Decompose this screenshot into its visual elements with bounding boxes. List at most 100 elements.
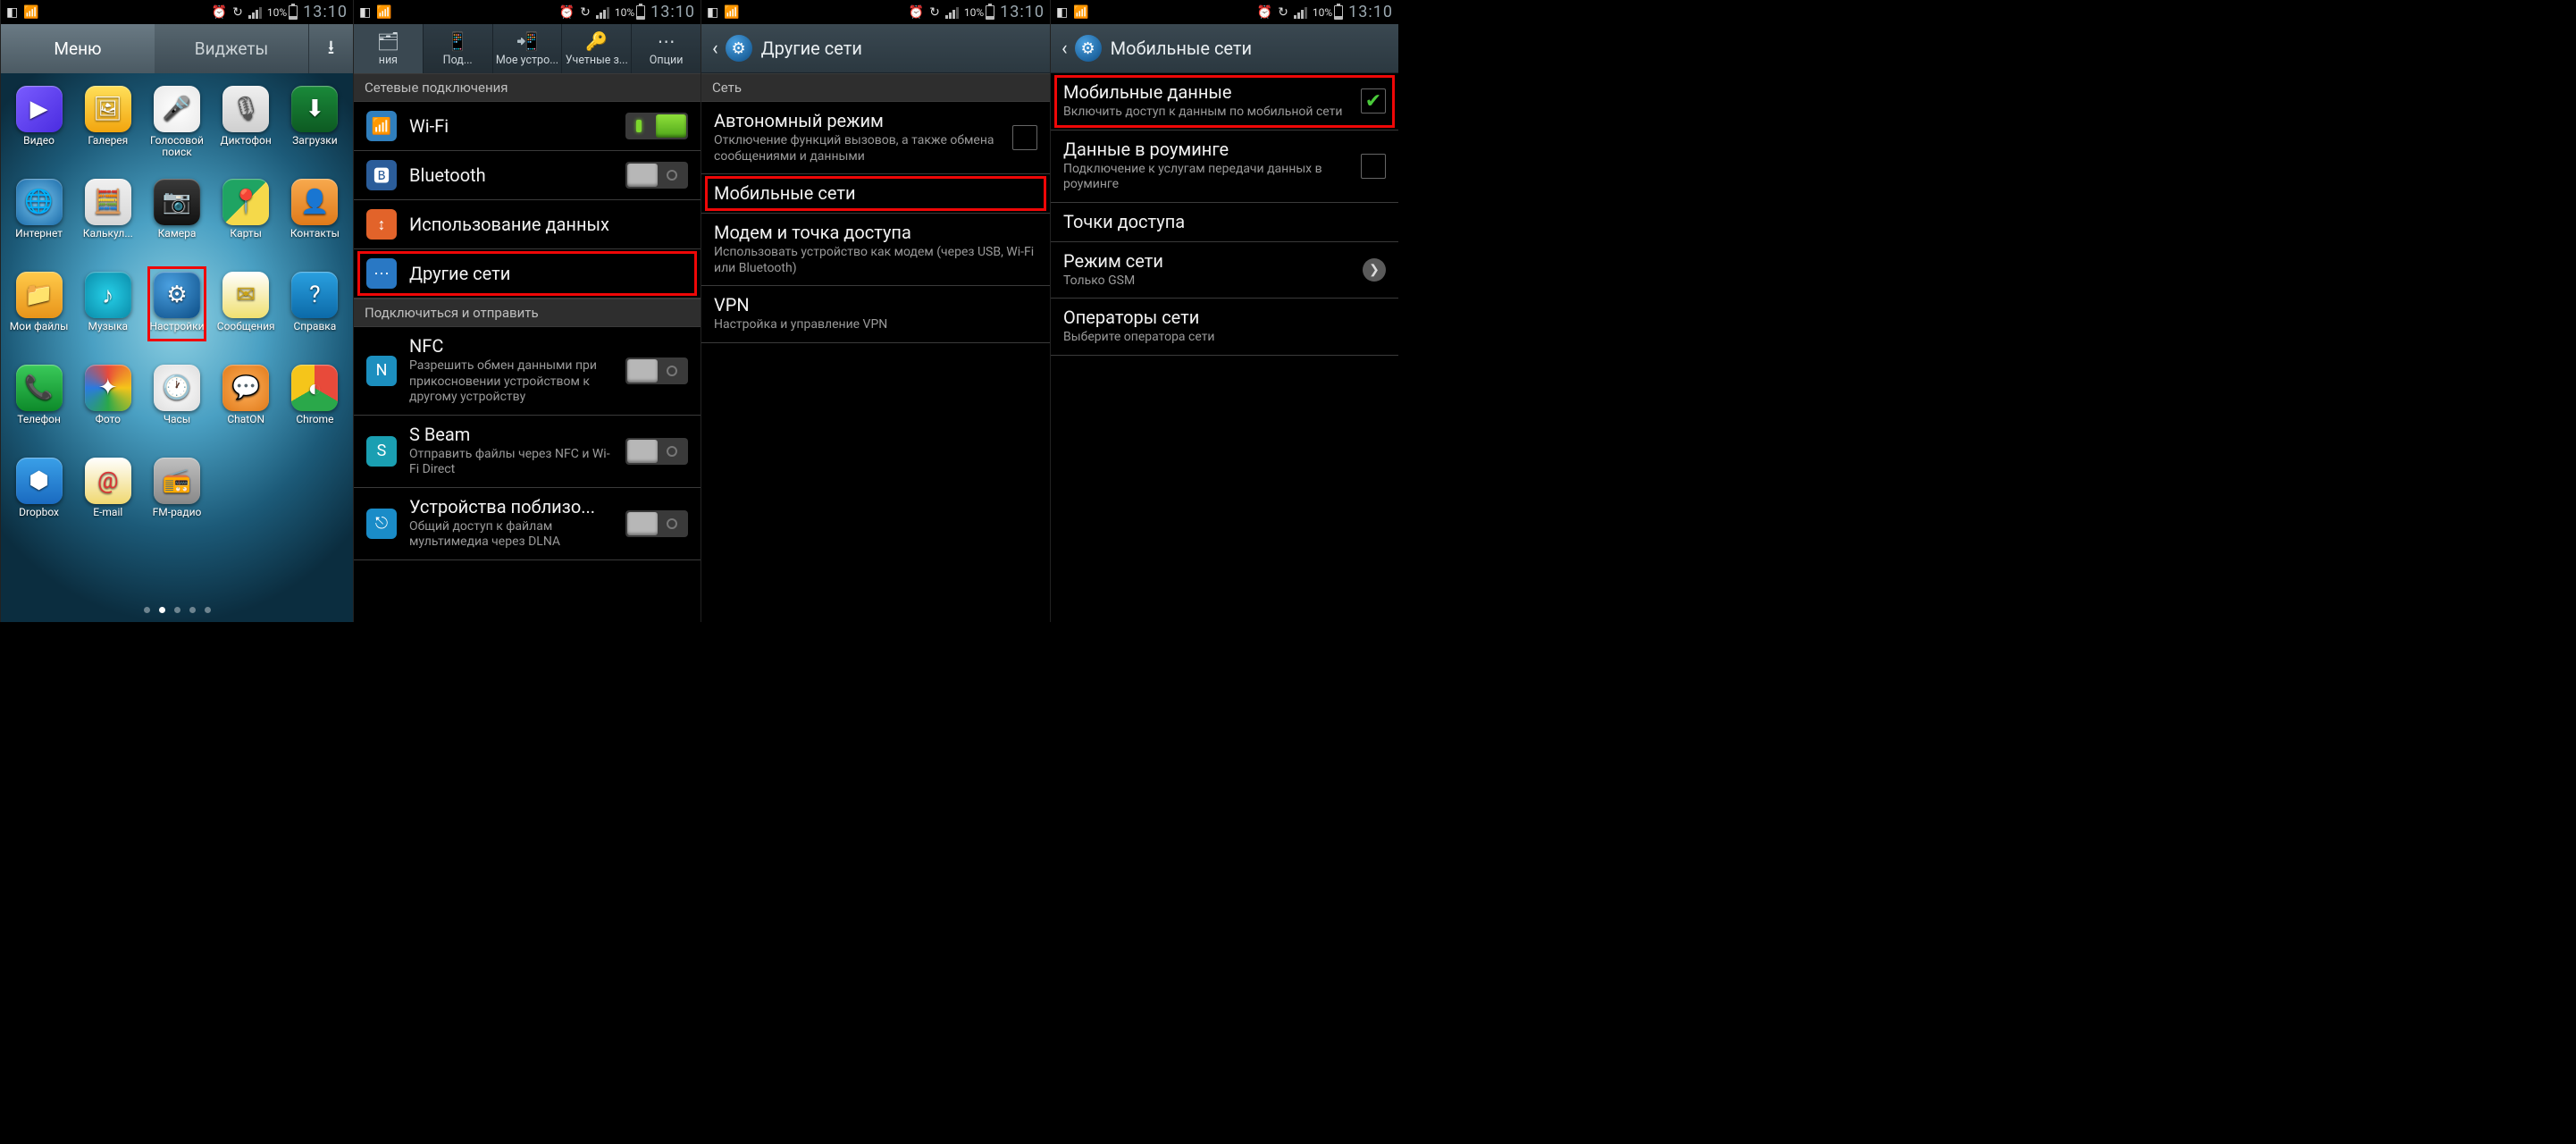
app-icon: ✉ (222, 272, 269, 318)
app-label: Диктофон (221, 135, 272, 147)
app-настройки[interactable]: ⚙Настройки (142, 268, 211, 358)
app-icon: ⬇ (291, 86, 338, 132)
settings-gear-icon: ⚙ (1075, 35, 1102, 62)
app-видео[interactable]: ▶Видео (4, 82, 73, 172)
app-label: Справка (293, 321, 336, 332)
app-icon: ✦ (85, 365, 131, 411)
app-icon: 🖼 (85, 86, 131, 132)
app-chaton[interactable]: 💬ChatON (212, 361, 281, 450)
app-icon: 📻 (154, 458, 200, 504)
toggle-switch[interactable] (625, 438, 688, 465)
app-мои-файлы[interactable]: 📁Мои файлы (4, 268, 73, 358)
tab-widgets[interactable]: Виджеты (155, 24, 308, 73)
setting-item[interactable]: Автономный режимОтключение функций вызов… (701, 102, 1050, 174)
item-title: Wi-Fi (409, 116, 613, 137)
app-label: Видео (23, 135, 55, 147)
app-label: Мои файлы (10, 321, 69, 332)
setting-item[interactable]: ⋯Другие сети (354, 249, 701, 299)
tab-label: Мое устро... (496, 54, 558, 67)
app-chrome[interactable]: ◐ Chrome (281, 361, 349, 450)
item-subtitle: Отправить файлы через NFC и Wi-Fi Direct (409, 447, 613, 478)
status-bar: ◧ 📶 ⏰ ↻ 10% 13:10 (701, 0, 1050, 24)
sync-icon: ↻ (929, 5, 940, 20)
item-subtitle: Отключение функций вызовов, а также обме… (714, 133, 1000, 164)
app-label: Телефон (17, 414, 61, 425)
settings-tab-4[interactable]: ⋯Опции (632, 24, 701, 73)
setting-item[interactable]: SS BeamОтправить файлы через NFC и Wi-Fi… (354, 416, 701, 488)
app-label: Галерея (88, 135, 128, 147)
app-контакты[interactable]: 👤Контакты (281, 175, 349, 265)
app-телефон[interactable]: 📞 Телефон (4, 361, 73, 450)
tab-icon: 🔑 (585, 30, 608, 52)
toggle-switch[interactable] (625, 162, 688, 189)
setting-item[interactable]: Операторы сетиВыберите оператора сети (1051, 299, 1398, 356)
settings-tab-2[interactable]: 📲Мое устро... (493, 24, 563, 73)
setting-item[interactable]: VPNНастройка и управление VPN (701, 286, 1050, 343)
download-button[interactable]: ⭳ (308, 24, 353, 73)
checkbox[interactable] (1361, 154, 1386, 179)
toggle-switch[interactable] (625, 358, 688, 384)
setting-item[interactable]: ⎋Устройства поблизо...Общий доступ к фай… (354, 488, 701, 560)
sync-icon: ↻ (232, 5, 243, 20)
app-загрузки[interactable]: ⬇Загрузки (281, 82, 349, 172)
tab-menu[interactable]: Меню (1, 24, 155, 73)
app-камера[interactable]: 📷Камера (142, 175, 211, 265)
app-label: Интернет (15, 228, 63, 240)
item-title: Данные в роуминге (1063, 139, 1348, 160)
item-title: Bluetooth (409, 165, 613, 186)
app-e-mail[interactable]: @E-mail (73, 454, 142, 543)
app-калькул-[interactable]: 🧮Калькул... (73, 175, 142, 265)
sync-icon: ↻ (1278, 5, 1288, 20)
app-фото[interactable]: ✦Фото (73, 361, 142, 450)
app-карты[interactable]: 📍Карты (212, 175, 281, 265)
setting-item[interactable]: ↕Использование данных (354, 200, 701, 249)
app-справка[interactable]: ?Справка (281, 268, 349, 358)
checkbox[interactable]: ✔ (1361, 88, 1386, 114)
app-сообщения[interactable]: ✉Сообщения (212, 268, 281, 358)
setting-item[interactable]: Точки доступа (1051, 203, 1398, 242)
app-icon: 🕐 (154, 365, 200, 411)
tab-label: Опции (650, 54, 684, 67)
setting-item[interactable]: Мобильные сети (701, 174, 1050, 214)
app-label: Часы (164, 414, 190, 425)
app-label: Голосовой поиск (145, 135, 209, 157)
settings-tab-0[interactable]: 🗂ния (354, 24, 424, 73)
app-label: Камера (158, 228, 197, 240)
item-subtitle: Включить доступ к данным по мобильной се… (1063, 105, 1348, 121)
setting-item[interactable]: 📶Wi-Fi (354, 102, 701, 151)
app-музыка[interactable]: ♪Музыка (73, 268, 142, 358)
app-fm-радио[interactable]: 📻FM-радио (142, 454, 211, 543)
setting-item[interactable]: Мобильные данныеВключить доступ к данным… (1051, 73, 1398, 130)
setting-item[interactable]: Данные в роумингеПодключение к услугам п… (1051, 130, 1398, 203)
header-other-networks: ‹ ⚙ Другие сети (701, 24, 1050, 73)
settings-tab-3[interactable]: 🔑Учетные з... (562, 24, 632, 73)
app-icon: 👤 (291, 179, 338, 225)
app-голосовой-поиск[interactable]: 🎤Голосовой поиск (142, 82, 211, 172)
app-label: Chrome (296, 414, 333, 425)
app-диктофон[interactable]: 🎙Диктофон (212, 82, 281, 172)
bt-icon: 🅱 (366, 160, 397, 190)
app-icon: 📞 (16, 365, 63, 411)
app-icon: ◐ (291, 365, 338, 411)
tab-icon: 📱 (447, 30, 469, 52)
toggle-switch[interactable] (625, 510, 688, 537)
app-часы[interactable]: 🕐 Часы (142, 361, 211, 450)
setting-item[interactable]: Режим сетиТолько GSM❯ (1051, 242, 1398, 299)
setting-item[interactable]: NNFCРазрешить обмен данными при прикосно… (354, 327, 701, 416)
checkbox[interactable] (1012, 125, 1037, 150)
setting-item[interactable]: 🅱 Bluetooth (354, 151, 701, 200)
item-title: VPN (714, 295, 1037, 315)
app-dropbox[interactable]: ⬢Dropbox (4, 454, 73, 543)
near-icon: ⎋ (366, 509, 397, 539)
item-title: Устройства поблизо... (409, 497, 613, 517)
toggle-switch[interactable] (625, 113, 688, 139)
setting-item[interactable]: Модем и точка доступаИспользовать устрой… (701, 214, 1050, 286)
battery-indicator: 10% (964, 5, 994, 20)
page-indicator[interactable] (1, 607, 353, 613)
back-button[interactable]: ‹ (712, 38, 718, 60)
settings-tab-1[interactable]: 📱Под... (424, 24, 493, 73)
signal-icon (596, 6, 609, 19)
app-интернет[interactable]: 🌐Интернет (4, 175, 73, 265)
back-button[interactable]: ‹ (1061, 38, 1068, 60)
app-галерея[interactable]: 🖼 Галерея (73, 82, 142, 172)
